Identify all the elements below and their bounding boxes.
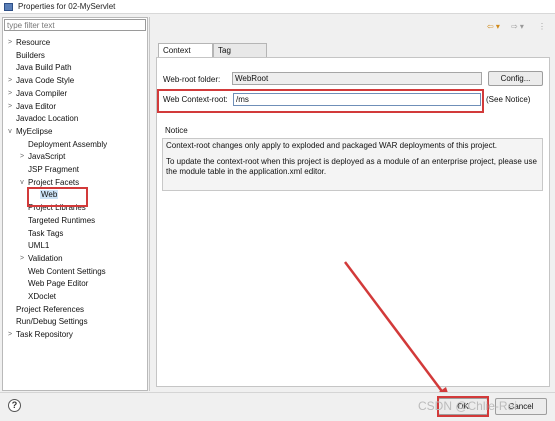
- tab-tag-libraries[interactable]: Tag Libraries: [213, 43, 267, 69]
- collapse-arrow-icon[interactable]: >: [6, 89, 14, 99]
- title-bar: Properties for 02-MyServlet: [0, 0, 555, 14]
- tree-item-label: Targeted Runtimes: [28, 215, 96, 225]
- tree-item-javascript[interactable]: > JavaScript: [20, 152, 66, 162]
- tree-item-java-editor[interactable]: > Java Editor: [8, 101, 57, 112]
- tree-item-label: MyEclipse: [16, 126, 53, 136]
- forward-arrow-icon[interactable]: ⇨ ▾: [511, 22, 524, 31]
- tree-item-web-content-settings[interactable]: Web Content Settings: [28, 267, 106, 277]
- tree-item-label: JSP Fragment: [28, 165, 79, 174]
- webroot-folder-field[interactable]: [232, 72, 482, 85]
- tree-item-java-build-path[interactable]: Java Build Path: [16, 63, 72, 73]
- tree-item-label: Validation: [28, 253, 63, 263]
- tree-item-javadoc-location[interactable]: Javadoc Location: [16, 114, 78, 124]
- annotation-box-context-root: [157, 89, 484, 113]
- help-icon[interactable]: ?: [8, 399, 21, 412]
- tree-item-label: Web Page Editor: [28, 279, 89, 289]
- notice-line-2: To update the context-root when this pro…: [166, 157, 537, 176]
- tree-item-task-tags[interactable]: Task Tags: [28, 229, 63, 239]
- tree-item-builders[interactable]: Builders: [16, 51, 45, 61]
- tree-item-java-compiler[interactable]: > Java Compiler: [8, 88, 68, 99]
- tree-item-uml1[interactable]: UML1: [28, 241, 49, 251]
- tree-item-label: JavaScript: [28, 152, 66, 162]
- webroot-folder-label: Web-root folder:: [163, 75, 221, 84]
- tree-item-label: Deployment Assembly: [28, 139, 108, 149]
- tree-item-label: Project Facets: [28, 177, 80, 187]
- tree-item-resource[interactable]: > Resource: [8, 38, 51, 48]
- tree-item-label: Run/Debug Settings: [16, 317, 88, 327]
- collapse-arrow-icon[interactable]: >: [6, 330, 14, 340]
- config-button[interactable]: Config...: [488, 71, 543, 86]
- window-title: Properties for 02-MyServlet: [18, 2, 116, 11]
- tree-item-label: Task Tags: [28, 228, 64, 238]
- annotation-box-web: [27, 187, 88, 207]
- tree-item-xdoclet[interactable]: XDoclet: [28, 292, 56, 302]
- tree-item-label: Java Code Style: [16, 76, 75, 86]
- tree-item-deployment-assembly[interactable]: Deployment Assembly: [28, 140, 107, 150]
- tab-context-root[interactable]: Context Root: [158, 43, 213, 69]
- expand-arrow-icon[interactable]: v: [6, 127, 14, 137]
- menu-dots-icon[interactable]: ⋮: [538, 22, 546, 31]
- collapse-arrow-icon[interactable]: >: [6, 102, 14, 112]
- tree-item-label: Task Repository: [16, 330, 73, 340]
- tree-item-jsp-fragment[interactable]: JSP Fragment: [28, 165, 79, 175]
- see-notice-text: (See Notice): [486, 95, 531, 104]
- filter-input[interactable]: [4, 19, 146, 31]
- tree-item-label: Javadoc Location: [16, 114, 79, 124]
- tree-item-label: Java Editor: [16, 101, 57, 111]
- app-icon: [4, 3, 13, 11]
- tree-item-myeclipse[interactable]: v MyEclipse: [8, 126, 53, 137]
- tree-item-label: Java Compiler: [16, 88, 68, 98]
- notice-title: Notice: [165, 126, 188, 135]
- collapse-arrow-icon[interactable]: >: [18, 254, 26, 264]
- watermark: CSDN @Chlie-Rei: [418, 399, 517, 413]
- tree-item-java-code-style[interactable]: > Java Code Style: [8, 76, 75, 86]
- collapse-arrow-icon[interactable]: >: [6, 76, 14, 86]
- tree-item-label: Java Build Path: [16, 63, 72, 73]
- tree-item-validation[interactable]: > Validation: [20, 253, 63, 264]
- tree-item-label: XDoclet: [28, 292, 57, 301]
- collapse-arrow-icon[interactable]: >: [18, 152, 26, 162]
- tree-item-label: Resource: [16, 38, 51, 47]
- tree-item-web-page-editor[interactable]: Web Page Editor: [28, 279, 88, 289]
- collapse-arrow-icon[interactable]: >: [6, 38, 14, 48]
- tree-item-label: Web Content Settings: [28, 266, 106, 276]
- expand-arrow-icon[interactable]: v: [18, 178, 26, 188]
- tree-item-label: Builders: [16, 50, 45, 60]
- tree-item-label: UML1: [28, 241, 50, 251]
- notice-box: Context-root changes only apply to explo…: [162, 138, 543, 191]
- tree-item-targeted-runtimes[interactable]: Targeted Runtimes: [28, 216, 95, 226]
- back-arrow-icon[interactable]: ⇦ ▾: [487, 22, 500, 31]
- notice-line-1: Context-root changes only apply to explo…: [166, 141, 498, 150]
- tree-item-label: Project References: [16, 304, 85, 314]
- tree-item-task-repository[interactable]: > Task Repository: [8, 330, 73, 340]
- tree-item-run-debug-settings[interactable]: Run/Debug Settings: [16, 317, 88, 327]
- tree-item-project-references[interactable]: Project References: [16, 305, 84, 315]
- panel-divider[interactable]: [149, 17, 150, 391]
